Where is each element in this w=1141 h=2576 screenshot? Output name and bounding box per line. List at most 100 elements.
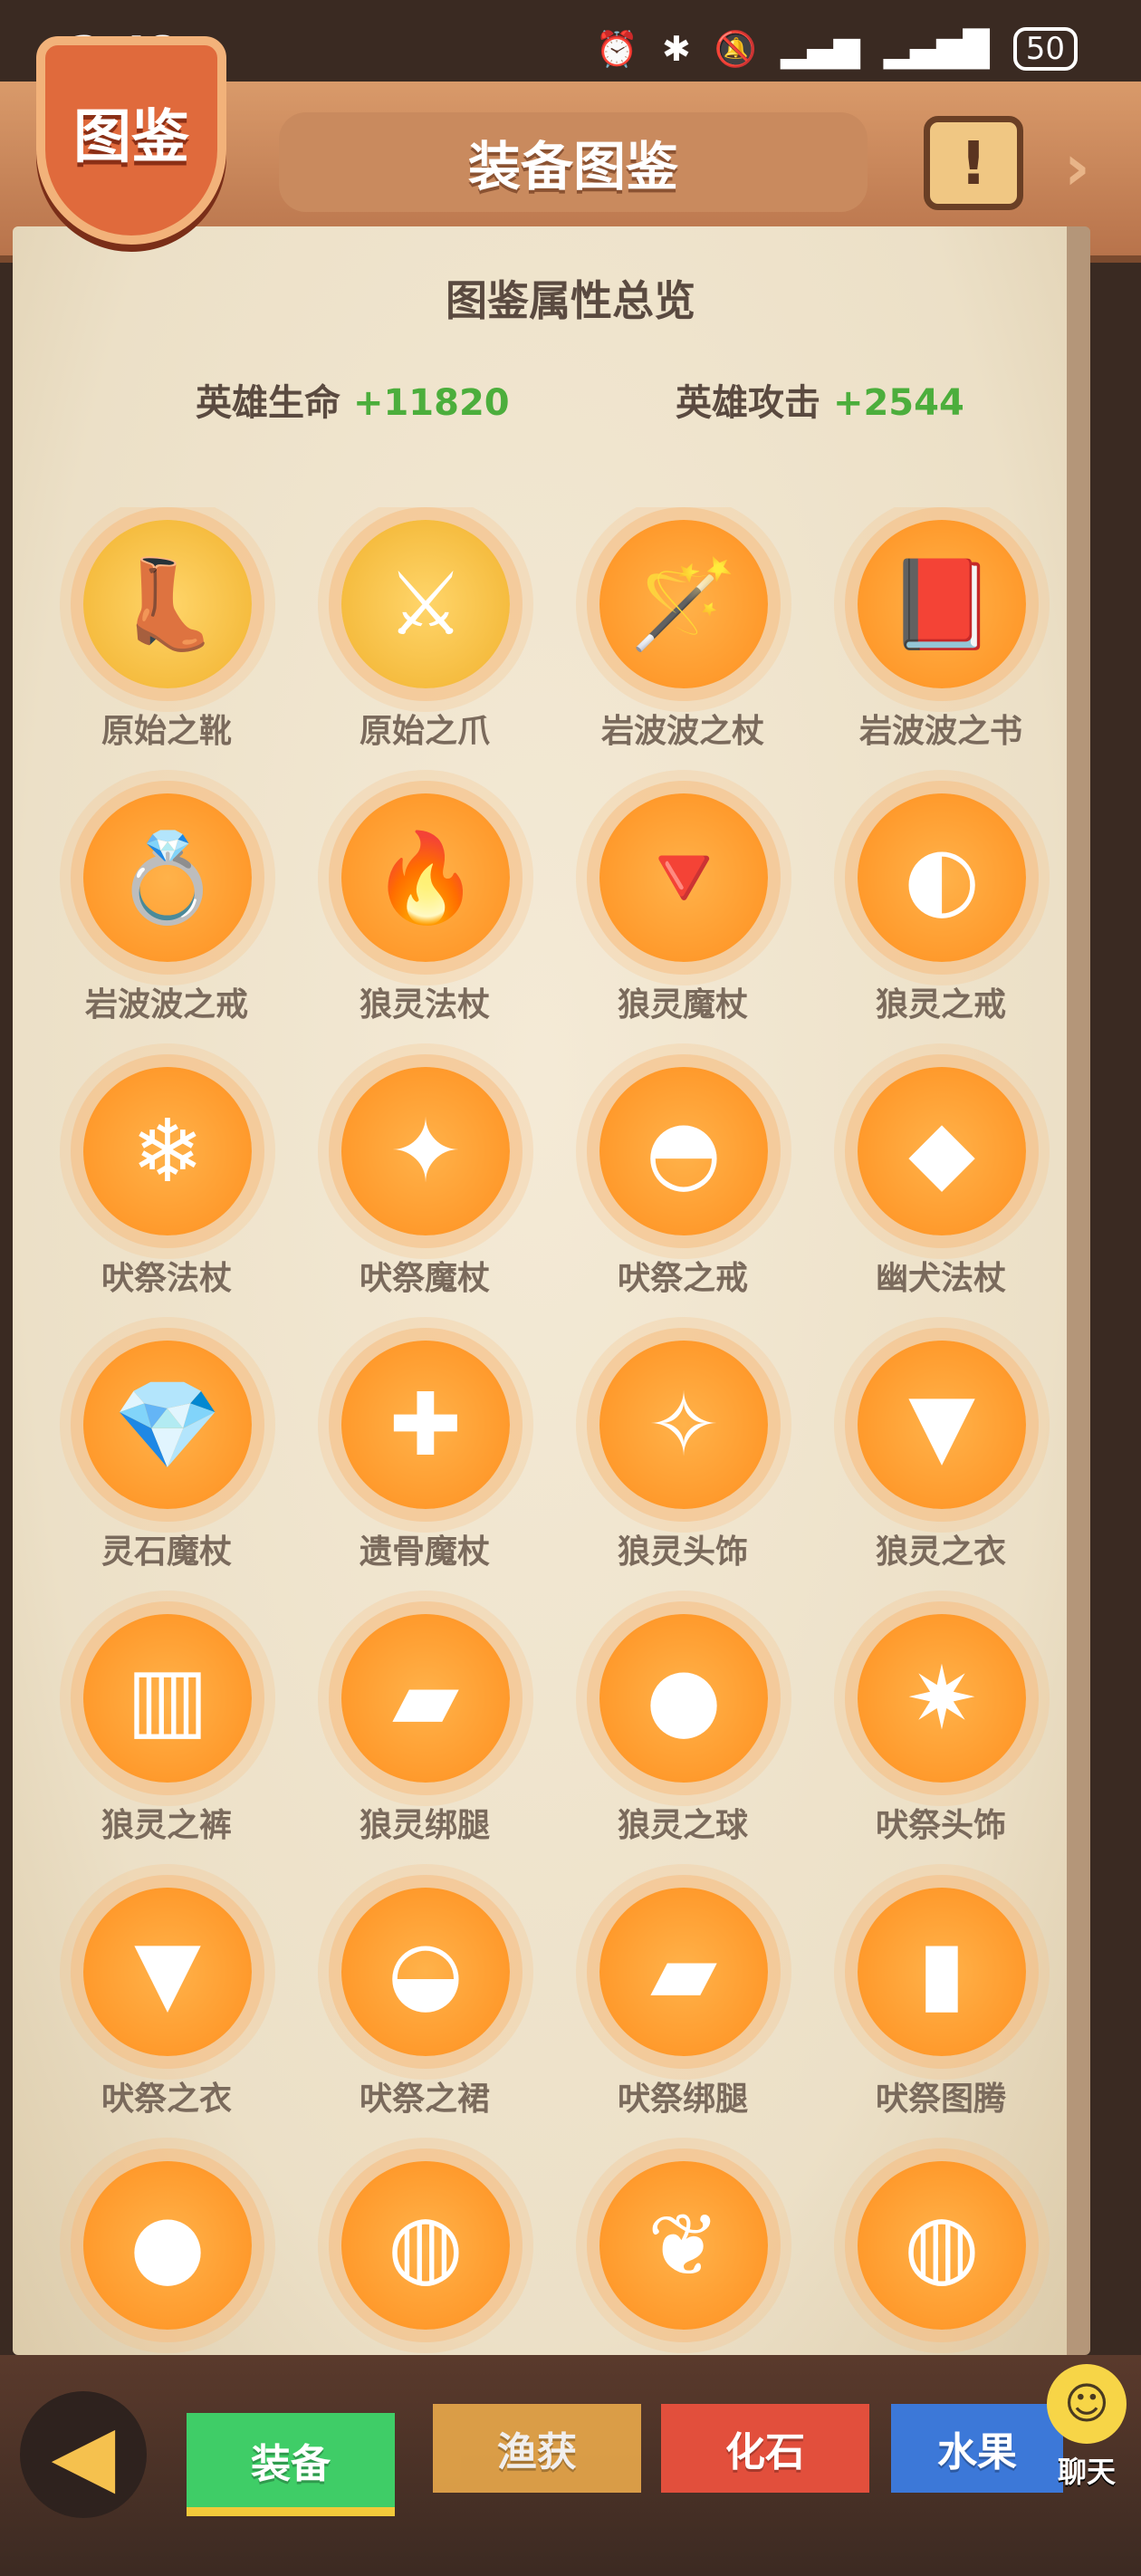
wand-icon: 💎 [83, 1341, 252, 1509]
equipment-item-name: 灵石魔杖 [101, 1533, 232, 1571]
signal-icon: ▂▄▆ [781, 29, 860, 69]
equipment-item[interactable]: ✧ 狼灵头饰 [552, 1328, 813, 1600]
equipment-item[interactable]: ▥ 狼灵之裤 [36, 1601, 297, 1873]
equipment-item-name: 遗骨魔杖 [359, 1533, 490, 1571]
equipment-item-name: 狼灵之裤 [101, 1807, 232, 1844]
equipment-item-name: 吠祭之戒 [617, 1260, 748, 1297]
boot-icon: 👢 [83, 520, 252, 688]
equipment-item-name: 狼灵法杖 [359, 986, 490, 1024]
tab-fossil[interactable]: 化石 [661, 2404, 869, 2493]
feather-icon: ❦ [599, 2161, 768, 2330]
wand-icon: ✚ [341, 1341, 510, 1509]
equipment-grid: 👢 原始之靴 ⚔ 原始之爪 🪄 岩波波之杖 📕 岩波波之书 💍 岩波波之戒 🔥 狼灵法杖 🔻 狼灵魔杖 ◐ 狼… [36, 507, 1078, 2373]
equipment-item[interactable]: ▼ 吠祭之衣 [36, 1875, 297, 2147]
equipment-item[interactable]: ▰ 吠祭绑腿 [552, 1875, 813, 2147]
tab-fish[interactable]: 渔获 [433, 2404, 641, 2493]
equipment-item[interactable]: ▰ 狼灵绑腿 [294, 1601, 555, 1873]
equipment-item[interactable]: ◓ 吠祭之戒 [552, 1054, 813, 1326]
leggings-icon: ▰ [599, 1888, 768, 2056]
claw-icon: ⚔ [341, 520, 510, 688]
equipment-item[interactable]: ⚔ 原始之爪 [294, 507, 555, 779]
equipment-item-name: 吠祭头饰 [875, 1807, 1006, 1844]
equipment-item-name: 幽犬法杖 [875, 1260, 1006, 1297]
wand-icon: 🔻 [599, 793, 768, 962]
equipment-item-name: 岩波波之杖 [600, 713, 764, 750]
equipment-item[interactable]: 🪄 岩波波之杖 [552, 507, 813, 779]
orb-icon: ● [599, 1614, 768, 1783]
equipment-item[interactable]: 📕 岩波波之书 [810, 507, 1071, 779]
ring-icon: 💍 [83, 793, 252, 962]
equipment-item[interactable]: ◒ 吠祭之裙 [294, 1875, 555, 2147]
orb-icon: ● [83, 2161, 252, 2330]
equipment-item-name: 吠祭之衣 [101, 2081, 232, 2118]
equipment-item[interactable]: ◍ [294, 2148, 555, 2373]
equipment-item[interactable]: ▮ 吠祭图腾 [810, 1875, 1071, 2147]
chevron-right-icon[interactable]: › [1064, 136, 1118, 199]
equipment-item[interactable]: ❄ 吠祭法杖 [36, 1054, 297, 1326]
equipment-item[interactable]: 💍 岩波波之戒 [36, 781, 297, 1053]
overview-title: 图鉴属性总览 [446, 276, 695, 325]
tab-equipment[interactable]: 装备 [187, 2413, 395, 2516]
hero-hp-label: 英雄生命 [196, 382, 340, 424]
equipment-item[interactable]: ✷ 吠祭头饰 [810, 1601, 1071, 1873]
skirt-icon: ◒ [341, 1888, 510, 2056]
chat-button[interactable]: ☺ 聊天 [1032, 2364, 1141, 2500]
pants-icon: ▥ [83, 1614, 252, 1783]
equipment-item-name: 原始之靴 [101, 713, 232, 750]
mute-icon: 🔕 [714, 28, 758, 69]
chat-face-icon: ☺ [1047, 2364, 1127, 2444]
ring-icon: ◓ [599, 1067, 768, 1235]
signal-icon: ▂▄▆█ [883, 29, 990, 69]
equipment-item-name: 岩波波之戒 [84, 986, 248, 1024]
equipment-item[interactable]: ❦ [552, 2148, 813, 2373]
equipment-item-name: 吠祭绑腿 [617, 2081, 748, 2118]
battery-indicator: 50 [1012, 27, 1078, 71]
equipment-item[interactable]: ◆ 幽犬法杖 [810, 1054, 1071, 1326]
equipment-item[interactable]: ● 狼灵之球 [552, 1601, 813, 1873]
hero-hp-value: +11820 [352, 382, 510, 424]
equipment-item[interactable]: 🔻 狼灵魔杖 [552, 781, 813, 1053]
equipment-item-name: 狼灵头饰 [617, 1533, 748, 1571]
leggings-icon: ▰ [341, 1614, 510, 1783]
bluetooth-icon: ✱ [661, 29, 691, 69]
equipment-item-name: 狼灵绑腿 [359, 1807, 490, 1844]
equipment-item-name: 吠祭之裙 [359, 2081, 490, 2118]
scroll-icon: ! [959, 128, 988, 198]
equipment-item-name: 岩波波之书 [858, 713, 1022, 750]
alarm-icon: ⏰ [595, 28, 638, 69]
equipment-item-name: 吠祭图腾 [875, 2081, 1006, 2118]
arrow-left-icon: ◀ [51, 2406, 116, 2504]
equipment-item[interactable]: 👢 原始之靴 [36, 507, 297, 779]
headpiece-icon: ✧ [599, 1341, 768, 1509]
cloak-icon: ▼ [858, 1341, 1026, 1509]
equipment-item-name: 狼灵之衣 [875, 1533, 1006, 1571]
equipment-item[interactable]: ◍ [810, 2148, 1071, 2373]
totem-icon: ▮ [858, 1888, 1026, 2056]
cloak-icon: ▼ [83, 1888, 252, 2056]
ring-icon: ◐ [858, 793, 1026, 962]
page-title: 装备图鉴 [279, 112, 868, 212]
staff-icon: 🔥 [341, 793, 510, 962]
equipment-item-name: 狼灵魔杖 [617, 986, 748, 1024]
equipment-item[interactable]: ◐ 狼灵之戒 [810, 781, 1071, 1053]
status-icons: ⏰ ✱ 🔕 ▂▄▆ ▂▄▆█ 50 [596, 27, 1078, 71]
scroll-info-button[interactable]: ! [924, 116, 1023, 210]
equipment-item-name: 原始之爪 [359, 713, 490, 750]
collar-icon: ◍ [341, 2161, 510, 2330]
headpiece-icon: ✷ [858, 1614, 1026, 1783]
equipment-item[interactable]: 💎 灵石魔杖 [36, 1328, 297, 1600]
equipment-item[interactable]: ● [36, 2148, 297, 2373]
equipment-item[interactable]: ✦ 吠祭魔杖 [294, 1054, 555, 1326]
hero-hp-stat: 英雄生命 +11820 [196, 373, 510, 426]
equipment-item-name: 狼灵之戒 [875, 986, 1006, 1024]
equipment-item-name: 吠祭法杖 [101, 1260, 232, 1297]
staff-icon: ◆ [858, 1067, 1026, 1235]
hero-atk-stat: 英雄攻击 +2544 [676, 373, 964, 426]
back-button[interactable]: ◀ [20, 2391, 147, 2518]
book-icon: 📕 [858, 520, 1026, 688]
equipment-item[interactable]: ✚ 遗骨魔杖 [294, 1328, 555, 1600]
equipment-item-name: 吠祭魔杖 [359, 1260, 490, 1297]
equipment-item[interactable]: 🔥 狼灵法杖 [294, 781, 555, 1053]
hero-atk-value: +2544 [832, 382, 964, 424]
equipment-item[interactable]: ▼ 狼灵之衣 [810, 1328, 1071, 1600]
